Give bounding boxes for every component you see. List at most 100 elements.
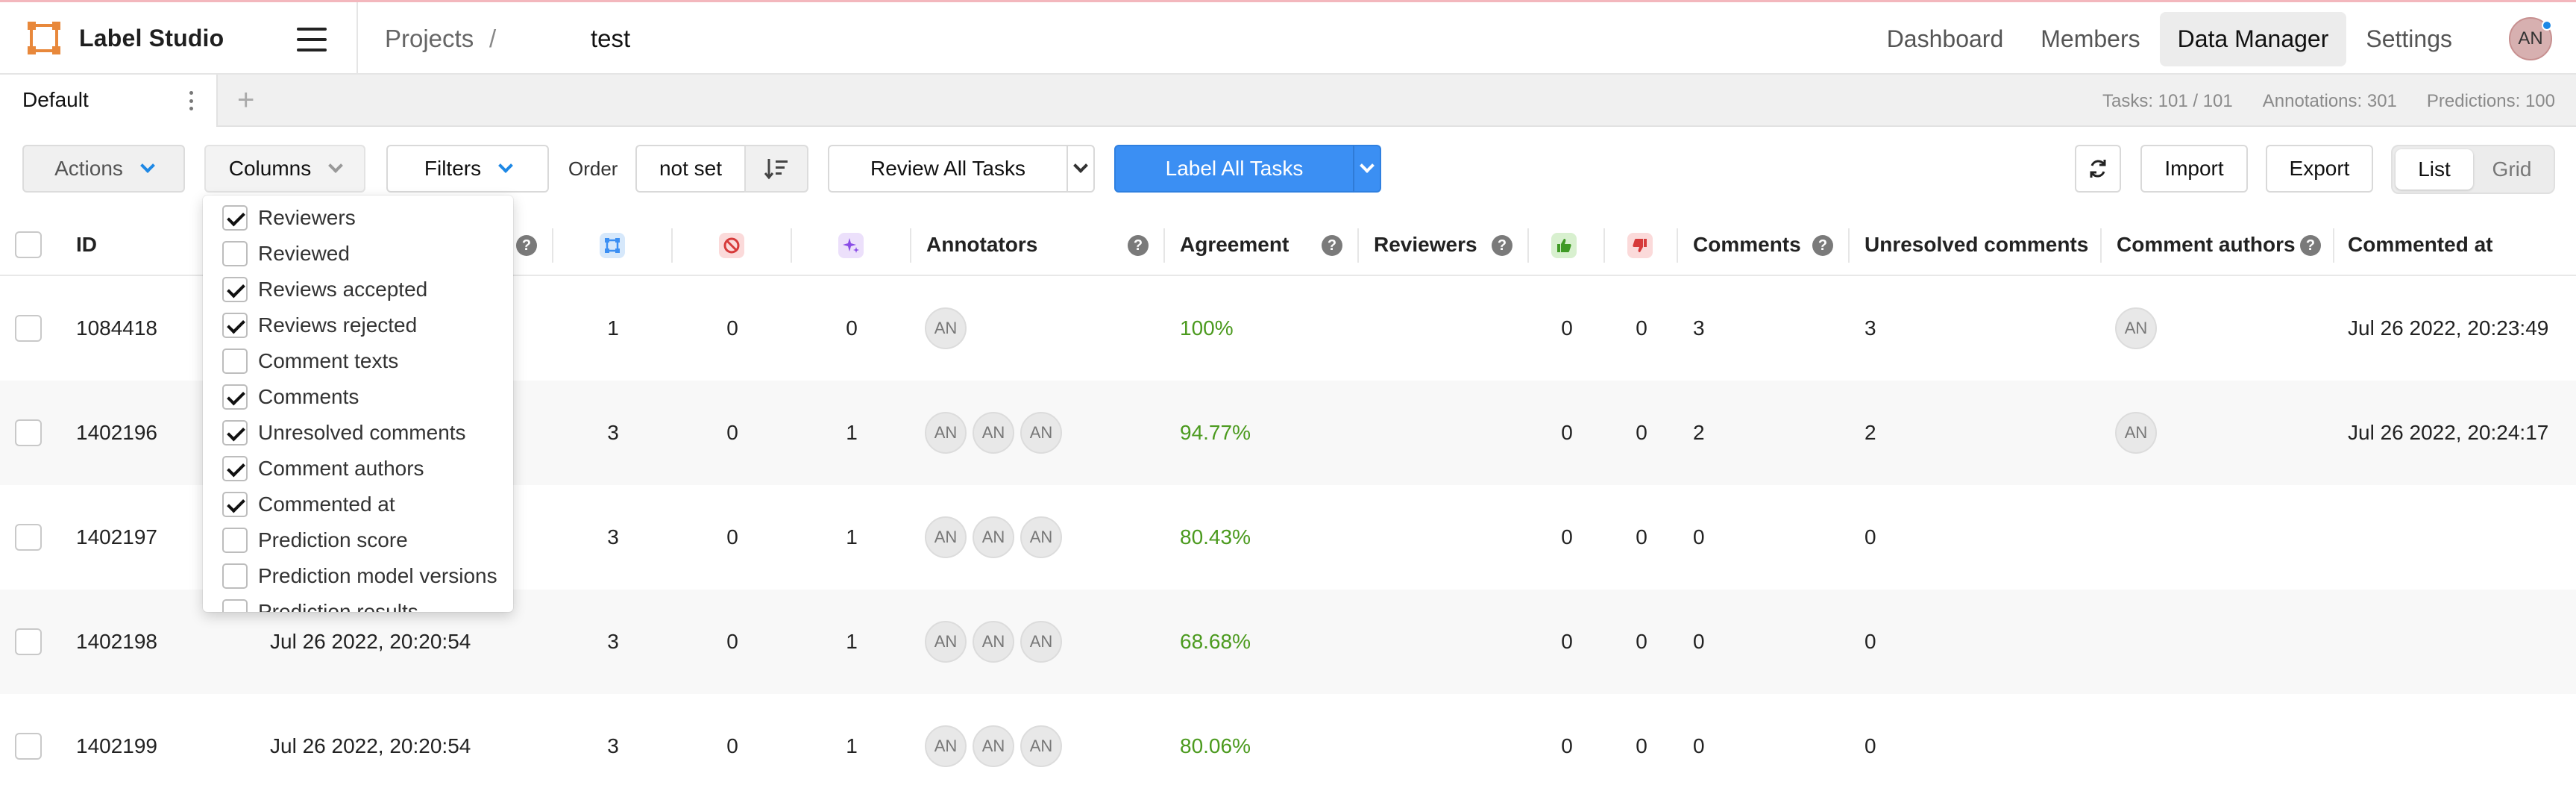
column-option[interactable]: Reviews rejected [222, 307, 417, 343]
refresh-button[interactable] [2075, 145, 2121, 193]
thumbs-up-icon[interactable] [1551, 233, 1577, 258]
user-avatar[interactable]: AN [2509, 17, 2552, 60]
label-all-tasks-button[interactable]: Label All Tasks [1114, 145, 1354, 193]
column-option[interactable]: Comment texts [222, 343, 398, 379]
column-option[interactable]: Reviewers [222, 200, 356, 236]
column-checkbox[interactable] [222, 205, 248, 231]
question-icon[interactable]: ? [1322, 235, 1342, 256]
column-option[interactable]: Reviews accepted [222, 272, 427, 307]
annotator-avatar[interactable]: AN [1020, 621, 1062, 663]
view-grid-option[interactable]: Grid [2473, 149, 2551, 190]
annotator-avatar[interactable]: AN [925, 307, 967, 349]
column-checkbox[interactable] [222, 456, 248, 481]
import-button[interactable]: Import [2140, 145, 2248, 193]
cell-agreement: 80.43% [1180, 525, 1251, 548]
cell-reviews-accepted: 0 [1561, 316, 1573, 340]
row-checkbox[interactable] [15, 524, 42, 551]
column-checkbox[interactable] [222, 241, 248, 266]
comment-author-avatar[interactable]: AN [2115, 307, 2157, 349]
export-button[interactable]: Export [2266, 145, 2373, 193]
header-comment-authors[interactable]: Comment authors [2117, 213, 2296, 276]
annotator-avatar[interactable]: AN [973, 516, 1014, 558]
actions-button[interactable]: Actions [22, 145, 185, 193]
column-checkbox[interactable] [222, 277, 248, 302]
question-icon[interactable]: ? [1128, 235, 1149, 256]
column-checkbox[interactable] [222, 563, 248, 589]
cell-reviews-rejected: 0 [1636, 316, 1647, 340]
column-option-label: Unresolved comments [258, 421, 466, 444]
cell-annotators: AN AN AN [925, 381, 1068, 485]
column-option[interactable] [222, 196, 258, 198]
annotator-avatar[interactable]: AN [925, 621, 967, 663]
column-checkbox[interactable] [222, 528, 248, 553]
annotator-avatar[interactable]: AN [973, 412, 1014, 454]
label-options-button[interactable] [1353, 145, 1381, 193]
header-agreement[interactable]: Agreement [1180, 213, 1289, 276]
tab-options-icon[interactable] [189, 91, 194, 110]
annotator-avatar[interactable]: AN [925, 412, 967, 454]
annotator-avatar[interactable]: AN [1020, 412, 1062, 454]
annotator-avatar[interactable]: AN [973, 725, 1014, 767]
menu-hamburger-icon[interactable] [297, 28, 327, 51]
breadcrumb-projects[interactable]: Projects [385, 25, 474, 53]
brand[interactable]: Label Studio [27, 19, 224, 57]
annotator-avatar[interactable]: AN [973, 621, 1014, 663]
row-checkbox[interactable] [15, 628, 42, 655]
select-all-checkbox[interactable] [15, 231, 42, 258]
column-option[interactable]: Reviewed [222, 236, 350, 272]
cancelled-icon[interactable] [719, 233, 744, 258]
column-option[interactable]: Comments [222, 379, 359, 415]
column-option[interactable]: Commented at [222, 487, 395, 522]
sparkle-icon[interactable] [838, 233, 864, 258]
annotator-avatar[interactable]: AN [925, 725, 967, 767]
columns-button[interactable]: Columns [204, 145, 365, 193]
nav-dashboard[interactable]: Dashboard [1869, 12, 2022, 66]
row-checkbox[interactable] [15, 419, 42, 446]
question-icon[interactable]: ? [516, 235, 537, 256]
row-checkbox[interactable] [15, 315, 42, 342]
column-option[interactable]: Prediction results [222, 594, 418, 612]
annotator-avatar[interactable]: AN [925, 516, 967, 558]
sort-icon [764, 159, 788, 180]
tab-default[interactable]: Default [0, 75, 218, 127]
question-icon[interactable]: ? [2300, 235, 2321, 256]
thumbs-down-icon[interactable] [1627, 233, 1653, 258]
column-checkbox[interactable] [222, 599, 248, 612]
column-option[interactable]: Unresolved comments [222, 415, 466, 451]
header-annotators[interactable]: Annotators [926, 213, 1037, 276]
label-studio-logo-icon [27, 21, 61, 55]
table-row[interactable]: 1402199 Jul 26 2022, 20:20:54 3 0 1 AN AN AN 80.… [0, 694, 2576, 794]
header-comments[interactable]: Comments [1693, 213, 1801, 276]
header-id[interactable]: ID [76, 213, 97, 276]
view-list-option[interactable]: List [2396, 149, 2473, 190]
annotations-total-icon[interactable] [600, 233, 625, 258]
nav-settings[interactable]: Settings [2348, 12, 2470, 66]
question-icon[interactable]: ? [1812, 235, 1833, 256]
comment-author-avatar[interactable]: AN [2115, 412, 2157, 454]
column-option[interactable]: Prediction score [222, 522, 408, 558]
add-tab-button[interactable]: + [237, 84, 254, 116]
annotator-avatar[interactable]: AN [1020, 516, 1062, 558]
column-checkbox[interactable] [222, 348, 248, 374]
header-commented-at[interactable]: Commented at [2348, 213, 2492, 276]
annotator-avatar[interactable]: AN [1020, 725, 1062, 767]
review-all-tasks-button[interactable]: Review All Tasks [828, 145, 1068, 193]
filters-button[interactable]: Filters [386, 145, 549, 193]
sort-direction-button[interactable] [744, 145, 808, 193]
header-unresolved-comments[interactable]: Unresolved comments [1865, 213, 2088, 276]
column-checkbox[interactable] [222, 492, 248, 517]
nav-data-manager[interactable]: Data Manager [2159, 11, 2347, 66]
cell-unresolved-comments: 0 [1865, 734, 1876, 757]
header-reviewers[interactable]: Reviewers [1374, 213, 1477, 276]
column-option[interactable]: Prediction model versions [222, 558, 497, 594]
nav-members[interactable]: Members [2023, 12, 2158, 66]
column-option[interactable]: Comment authors [222, 451, 424, 487]
breadcrumb-current-project[interactable]: test [591, 25, 630, 53]
column-checkbox[interactable] [222, 384, 248, 410]
row-checkbox[interactable] [15, 733, 42, 760]
review-options-button[interactable] [1066, 145, 1095, 193]
question-icon[interactable]: ? [1492, 235, 1512, 256]
order-select[interactable]: not set [635, 145, 746, 193]
column-checkbox[interactable] [222, 420, 248, 446]
column-checkbox[interactable] [222, 313, 248, 338]
